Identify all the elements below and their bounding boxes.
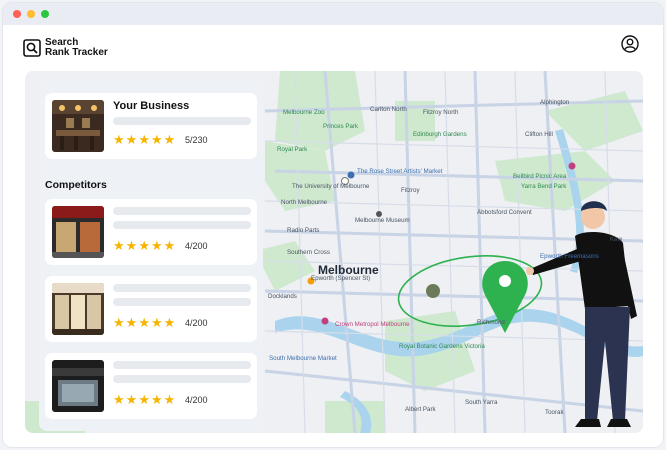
your-business-card[interactable]: Your Business ★ ★ ★ ★ ★ 5/230 — [45, 93, 257, 159]
map-label-southern-cross: Southern Cross — [287, 249, 330, 256]
map-label-fitzroy-north: Fitzroy North — [423, 109, 459, 116]
browser-window: Search Rank Tracker Carlton North Fitzro… — [2, 2, 664, 448]
competitor-3-score: 4/200 — [185, 395, 208, 405]
city-map[interactable]: Carlton North Fitzroy North Alphington M… — [25, 71, 643, 433]
star-icon: ★ — [150, 315, 163, 330]
minimize-window-dot[interactable] — [27, 10, 35, 18]
map-label-epworth: Epworth Freemasons — [540, 253, 599, 260]
star-icon: ★ — [113, 132, 125, 147]
competitor-3-photo — [52, 360, 104, 412]
placeholder-bar — [113, 207, 251, 215]
star-icon: ★ — [125, 392, 138, 407]
competitor-card-3[interactable]: ★ ★ ★ ★ ★ 4/200 — [45, 353, 257, 419]
star-icon: ★ — [125, 238, 138, 253]
placeholder-bar — [113, 117, 251, 125]
star-icon: ★ — [150, 392, 163, 407]
competitor-2-photo — [52, 283, 104, 335]
close-window-dot[interactable] — [13, 10, 21, 18]
magnifier-logo-icon — [23, 38, 41, 57]
competitor-1-rating: ★ ★ ★ ★ ★ — [113, 239, 175, 252]
competitor-3-rating: ★ ★ ★ ★ ★ — [113, 393, 175, 406]
map-label-south-yarra: South Yarra — [465, 399, 498, 406]
star-icon: ★ — [125, 132, 138, 147]
app-name-line2: Rank Tracker — [45, 46, 108, 58]
placeholder-bar — [113, 284, 251, 292]
star-icon: ★ — [138, 132, 150, 147]
map-label-bellbird: Bellbird Picnic Area — [513, 173, 567, 180]
app-logo[interactable]: Search Rank Tracker — [23, 36, 108, 58]
map-label-south-market: South Melbourne Market — [269, 355, 337, 362]
your-business-score: 5/230 — [185, 135, 208, 145]
star-icon: ★ — [163, 238, 176, 253]
competitors-heading: Competitors — [45, 179, 107, 191]
map-label-fitzroy: Fitzroy — [401, 187, 420, 194]
user-account-icon[interactable] — [621, 35, 639, 53]
map-label-kew: Kew — [610, 236, 623, 243]
window-titlebar — [3, 3, 663, 25]
star-icon: ★ — [163, 132, 176, 147]
map-label-royal-park: Royal Park — [277, 146, 308, 153]
map-label-alphington: Alphington — [540, 99, 570, 106]
star-icon: ★ — [113, 238, 125, 253]
star-icon: ★ — [138, 392, 150, 407]
map-label-rose-street: The Rose Street Artists' Market — [357, 168, 443, 175]
placeholder-bar — [113, 221, 251, 229]
map-label-abbotsford: Abbotsford Convent — [477, 209, 532, 216]
map-label-zoo: Melbourne Zoo — [283, 109, 325, 116]
map-label-museum: Melbourne Museum — [355, 217, 410, 224]
star-icon: ★ — [138, 315, 150, 330]
star-icon: ★ — [125, 315, 138, 330]
star-icon: ★ — [113, 315, 125, 330]
competitor-card-1[interactable]: ★ ★ ★ ★ ★ 4/200 — [45, 199, 257, 265]
map-label-crown: Crown Metropol Melbourne — [335, 321, 410, 328]
placeholder-bar — [113, 298, 251, 306]
map-label-botanic: Royal Botanic Gardens Victoria — [399, 343, 485, 350]
map-label-princes-park: Princes Park — [323, 123, 359, 130]
app-name: Search Rank Tracker — [45, 36, 108, 58]
map-label-university: The University of Melbourne — [292, 183, 370, 190]
placeholder-bar — [113, 375, 251, 383]
map-label-clifton-hill: Clifton Hill — [525, 131, 553, 138]
competitor-1-score: 4/200 — [185, 241, 208, 251]
maximize-window-dot[interactable] — [41, 10, 49, 18]
app-header: Search Rank Tracker — [3, 25, 663, 70]
map-label-albert-park: Albert Park — [405, 406, 436, 413]
map-label-edinburgh-gardens: Edinburgh Gardens — [413, 131, 467, 138]
your-business-rating: ★ ★ ★ ★ ★ — [113, 133, 175, 146]
competitor-1-photo — [52, 206, 104, 258]
business-ranking-panel: Your Business ★ ★ ★ ★ ★ 5/230 Competitors — [39, 81, 263, 431]
placeholder-bar — [113, 361, 251, 369]
competitor-2-rating: ★ ★ ★ ★ ★ — [113, 316, 175, 329]
star-icon: ★ — [138, 238, 150, 253]
competitor-card-2[interactable]: ★ ★ ★ ★ ★ 4/200 — [45, 276, 257, 342]
map-label-richmond: Richmond — [477, 319, 505, 326]
star-icon: ★ — [113, 392, 125, 407]
competitor-2-score: 4/200 — [185, 318, 208, 328]
map-label-radio-parts: Radio Parts — [287, 227, 320, 234]
star-icon: ★ — [150, 238, 163, 253]
map-label-docklands: Docklands — [268, 293, 297, 300]
map-label-carlton-north: Carlton North — [370, 106, 407, 113]
map-label-toorak: Toorak — [545, 409, 564, 416]
app-name-line1: Search — [45, 36, 79, 48]
star-icon: ★ — [163, 392, 176, 407]
map-label-north-melbourne: North Melbourne — [281, 199, 328, 206]
map-label-epworth-city: Epworth (Spencer St) — [311, 275, 371, 282]
map-label-yarra-bend: Yarra Bend Park — [521, 183, 567, 190]
your-business-title: Your Business — [113, 100, 190, 112]
star-icon: ★ — [150, 132, 163, 147]
star-icon: ★ — [163, 315, 176, 330]
your-business-photo — [52, 100, 104, 152]
